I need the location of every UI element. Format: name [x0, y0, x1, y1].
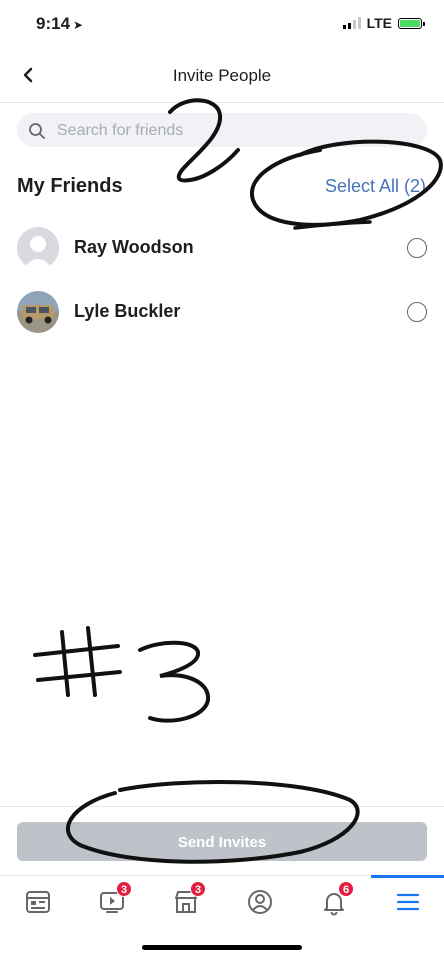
tab-menu[interactable]	[371, 875, 444, 928]
footer-divider	[0, 806, 444, 807]
friend-name: Lyle Buckler	[74, 301, 181, 321]
signal-icon	[342, 17, 361, 29]
search-bar[interactable]	[17, 113, 427, 149]
handwritten-3	[138, 640, 211, 723]
tab-news-feed[interactable]	[1, 876, 75, 928]
network-label: LTE	[366, 15, 392, 31]
tab-bar: 3 3 6	[0, 875, 444, 928]
friend-row[interactable]: Lyle Buckler	[0, 282, 444, 342]
handwritten-hash	[33, 626, 122, 697]
tab-notifications[interactable]: 6	[297, 876, 371, 928]
notifications-badge: 6	[338, 881, 354, 897]
profile-icon	[248, 890, 272, 914]
select-radio[interactable]	[407, 302, 427, 322]
watch-badge: 3	[116, 881, 132, 897]
status-time: 9:14 ➤	[36, 14, 84, 33]
location-arrow-icon: ➤	[73, 18, 84, 32]
avatar	[17, 291, 59, 333]
select-all-button[interactable]: Select All (2)	[325, 176, 426, 197]
battery-icon	[398, 17, 425, 29]
avatar	[17, 227, 59, 269]
status-bar: 9:14 ➤ LTE	[0, 0, 444, 44]
page-title: Invite People	[172, 66, 272, 85]
marketplace-badge: 3	[190, 881, 206, 897]
select-radio[interactable]	[407, 238, 427, 258]
friend-name: Ray Woodson	[74, 237, 194, 257]
section-title: My Friends	[17, 175, 123, 197]
friend-row[interactable]: Ray Woodson	[0, 218, 444, 278]
send-invites-button[interactable]: Send Invites	[17, 822, 427, 861]
search-icon	[29, 123, 45, 139]
search-input[interactable]	[55, 113, 419, 149]
tab-watch[interactable]: 3	[75, 876, 149, 928]
status-indicators: LTE	[342, 15, 425, 31]
menu-icon	[396, 893, 420, 911]
news-feed-icon	[26, 891, 50, 913]
tab-marketplace[interactable]: 3	[149, 876, 223, 928]
tab-profile[interactable]	[223, 876, 297, 928]
navigation-bar: Invite People	[0, 52, 444, 103]
home-indicator	[142, 945, 302, 950]
